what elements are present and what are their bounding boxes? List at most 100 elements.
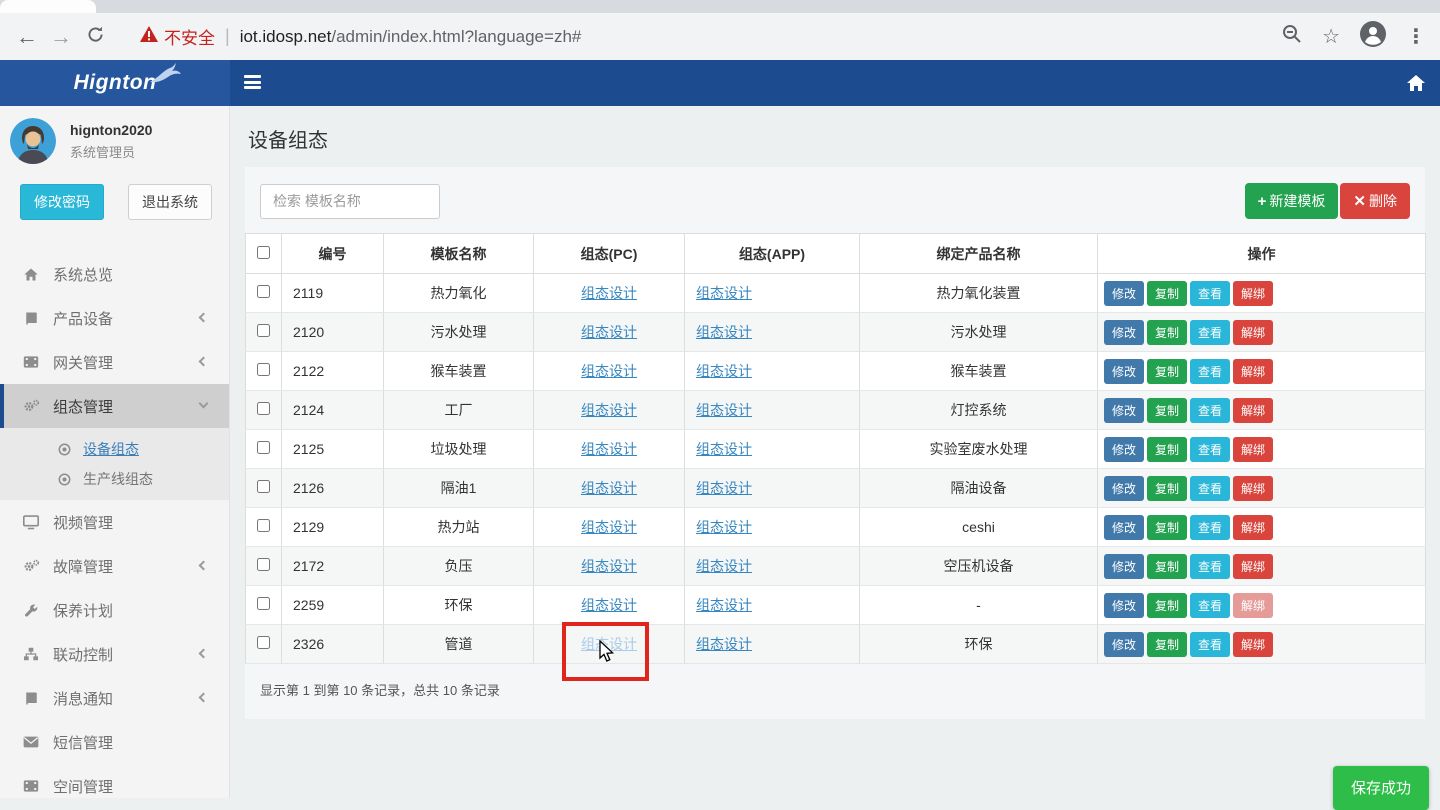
pc-config-link[interactable]: 组态设计 bbox=[581, 558, 637, 574]
app-config-link[interactable]: 组态设计 bbox=[696, 519, 752, 535]
change-password-button[interactable]: 修改密码 bbox=[20, 184, 104, 220]
copy-button[interactable]: 复制 bbox=[1147, 281, 1187, 306]
pc-config-link[interactable]: 组态设计 bbox=[581, 324, 637, 340]
app-config-link[interactable]: 组态设计 bbox=[696, 558, 752, 574]
view-button[interactable]: 查看 bbox=[1190, 515, 1230, 540]
row-checkbox[interactable] bbox=[257, 285, 270, 298]
unbind-button[interactable]: 解绑 bbox=[1233, 437, 1273, 462]
copy-button[interactable]: 复制 bbox=[1147, 554, 1187, 579]
browser-profile-avatar[interactable] bbox=[1360, 21, 1386, 52]
edit-button[interactable]: 修改 bbox=[1104, 515, 1144, 540]
select-all-checkbox[interactable] bbox=[257, 246, 270, 259]
view-button[interactable]: 查看 bbox=[1190, 320, 1230, 345]
view-button[interactable]: 查看 bbox=[1190, 476, 1230, 501]
copy-button[interactable]: 复制 bbox=[1147, 320, 1187, 345]
sidebar-item-故障管理[interactable]: 故障管理 bbox=[0, 544, 229, 588]
sidebar-item-空间管理[interactable]: 空间管理 bbox=[0, 764, 229, 808]
app-config-link[interactable]: 组态设计 bbox=[696, 402, 752, 418]
row-checkbox[interactable] bbox=[257, 636, 270, 649]
sidebar-item-保养计划[interactable]: 保养计划 bbox=[0, 588, 229, 632]
edit-button[interactable]: 修改 bbox=[1104, 554, 1144, 579]
new-template-button[interactable]: +新建模板 bbox=[1245, 183, 1339, 219]
app-config-link[interactable]: 组态设计 bbox=[696, 597, 752, 613]
column-header[interactable]: 模板名称 bbox=[384, 234, 534, 274]
pc-config-link[interactable]: 组态设计 bbox=[581, 519, 637, 535]
bookmark-star-icon[interactable]: ☆ bbox=[1322, 24, 1340, 49]
column-header[interactable]: 组态(PC) bbox=[534, 234, 685, 274]
pc-config-link[interactable]: 组态设计 bbox=[581, 480, 637, 496]
pc-config-link[interactable]: 组态设计 bbox=[581, 597, 637, 613]
view-button[interactable]: 查看 bbox=[1190, 398, 1230, 423]
sidebar-item-产品设备[interactable]: 产品设备 bbox=[0, 296, 229, 340]
user-avatar[interactable] bbox=[10, 118, 56, 164]
row-checkbox[interactable] bbox=[257, 363, 270, 376]
address-bar[interactable]: 不安全 | iot.idosp.net/admin/index.html?lan… bbox=[140, 24, 1282, 49]
edit-button[interactable]: 修改 bbox=[1104, 359, 1144, 384]
app-config-link[interactable]: 组态设计 bbox=[696, 324, 752, 340]
row-checkbox[interactable] bbox=[257, 324, 270, 337]
sidebar-item-组态管理[interactable]: 组态管理 bbox=[0, 384, 229, 428]
browser-menu-icon[interactable]: ⋮ bbox=[1406, 24, 1426, 49]
column-header[interactable]: 绑定产品名称 bbox=[860, 234, 1098, 274]
copy-button[interactable]: 复制 bbox=[1147, 476, 1187, 501]
app-config-link[interactable]: 组态设计 bbox=[696, 441, 752, 457]
app-config-link[interactable]: 组态设计 bbox=[696, 480, 752, 496]
view-button[interactable]: 查看 bbox=[1190, 593, 1230, 618]
pc-config-link[interactable]: 组态设计 bbox=[581, 441, 637, 457]
edit-button[interactable]: 修改 bbox=[1104, 593, 1144, 618]
sidebar-item-系统总览[interactable]: 系统总览 bbox=[0, 252, 229, 296]
browser-reload-icon[interactable] bbox=[78, 24, 112, 50]
view-button[interactable]: 查看 bbox=[1190, 359, 1230, 384]
browser-back-icon[interactable]: ← bbox=[10, 24, 44, 50]
pc-config-link[interactable]: 组态设计 bbox=[581, 363, 637, 379]
view-button[interactable]: 查看 bbox=[1190, 632, 1230, 657]
copy-button[interactable]: 复制 bbox=[1147, 359, 1187, 384]
submenu-link[interactable]: 生产线组态 bbox=[83, 469, 153, 489]
unbind-button[interactable]: 解绑 bbox=[1233, 320, 1273, 345]
delete-button[interactable]: ✕删除 bbox=[1340, 183, 1410, 219]
view-button[interactable]: 查看 bbox=[1190, 281, 1230, 306]
edit-button[interactable]: 修改 bbox=[1104, 398, 1144, 423]
app-config-link[interactable]: 组态设计 bbox=[696, 636, 752, 652]
pc-config-link[interactable]: 组态设计 bbox=[581, 285, 637, 301]
row-checkbox[interactable] bbox=[257, 519, 270, 532]
pc-config-link[interactable]: 组态设计 bbox=[581, 636, 637, 652]
copy-button[interactable]: 复制 bbox=[1147, 437, 1187, 462]
unbind-button[interactable]: 解绑 bbox=[1233, 554, 1273, 579]
search-input[interactable] bbox=[260, 184, 440, 219]
row-checkbox[interactable] bbox=[257, 597, 270, 610]
pc-config-link[interactable]: 组态设计 bbox=[581, 402, 637, 418]
app-config-link[interactable]: 组态设计 bbox=[696, 285, 752, 301]
submenu-item-生产线组态[interactable]: 生产线组态 bbox=[0, 464, 229, 494]
sidebar-item-网关管理[interactable]: 网关管理 bbox=[0, 340, 229, 384]
zoom-out-icon[interactable] bbox=[1282, 24, 1302, 49]
edit-button[interactable]: 修改 bbox=[1104, 437, 1144, 462]
row-checkbox[interactable] bbox=[257, 480, 270, 493]
submenu-item-设备组态[interactable]: 设备组态 bbox=[0, 434, 229, 464]
security-warning-icon[interactable] bbox=[140, 26, 158, 47]
unbind-button[interactable]: 解绑 bbox=[1233, 359, 1273, 384]
logo-zone[interactable]: Hignton bbox=[0, 60, 230, 106]
home-icon[interactable] bbox=[1406, 73, 1426, 98]
copy-button[interactable]: 复制 bbox=[1147, 593, 1187, 618]
sidebar-item-视频管理[interactable]: 视频管理 bbox=[0, 500, 229, 544]
browser-forward-icon[interactable]: → bbox=[44, 24, 78, 50]
edit-button[interactable]: 修改 bbox=[1104, 281, 1144, 306]
edit-button[interactable]: 修改 bbox=[1104, 632, 1144, 657]
submenu-link[interactable]: 设备组态 bbox=[83, 439, 139, 459]
sidebar-item-联动控制[interactable]: 联动控制 bbox=[0, 632, 229, 676]
security-warning-label[interactable]: 不安全 bbox=[164, 24, 215, 49]
row-checkbox[interactable] bbox=[257, 558, 270, 571]
unbind-button[interactable]: 解绑 bbox=[1233, 593, 1273, 618]
copy-button[interactable]: 复制 bbox=[1147, 632, 1187, 657]
unbind-button[interactable]: 解绑 bbox=[1233, 476, 1273, 501]
view-button[interactable]: 查看 bbox=[1190, 437, 1230, 462]
copy-button[interactable]: 复制 bbox=[1147, 515, 1187, 540]
unbind-button[interactable]: 解绑 bbox=[1233, 398, 1273, 423]
edit-button[interactable]: 修改 bbox=[1104, 320, 1144, 345]
app-config-link[interactable]: 组态设计 bbox=[696, 363, 752, 379]
row-checkbox[interactable] bbox=[257, 402, 270, 415]
column-header[interactable]: 操作 bbox=[1098, 234, 1426, 274]
browser-active-tab[interactable] bbox=[0, 0, 96, 13]
column-header[interactable]: 编号 bbox=[282, 234, 384, 274]
